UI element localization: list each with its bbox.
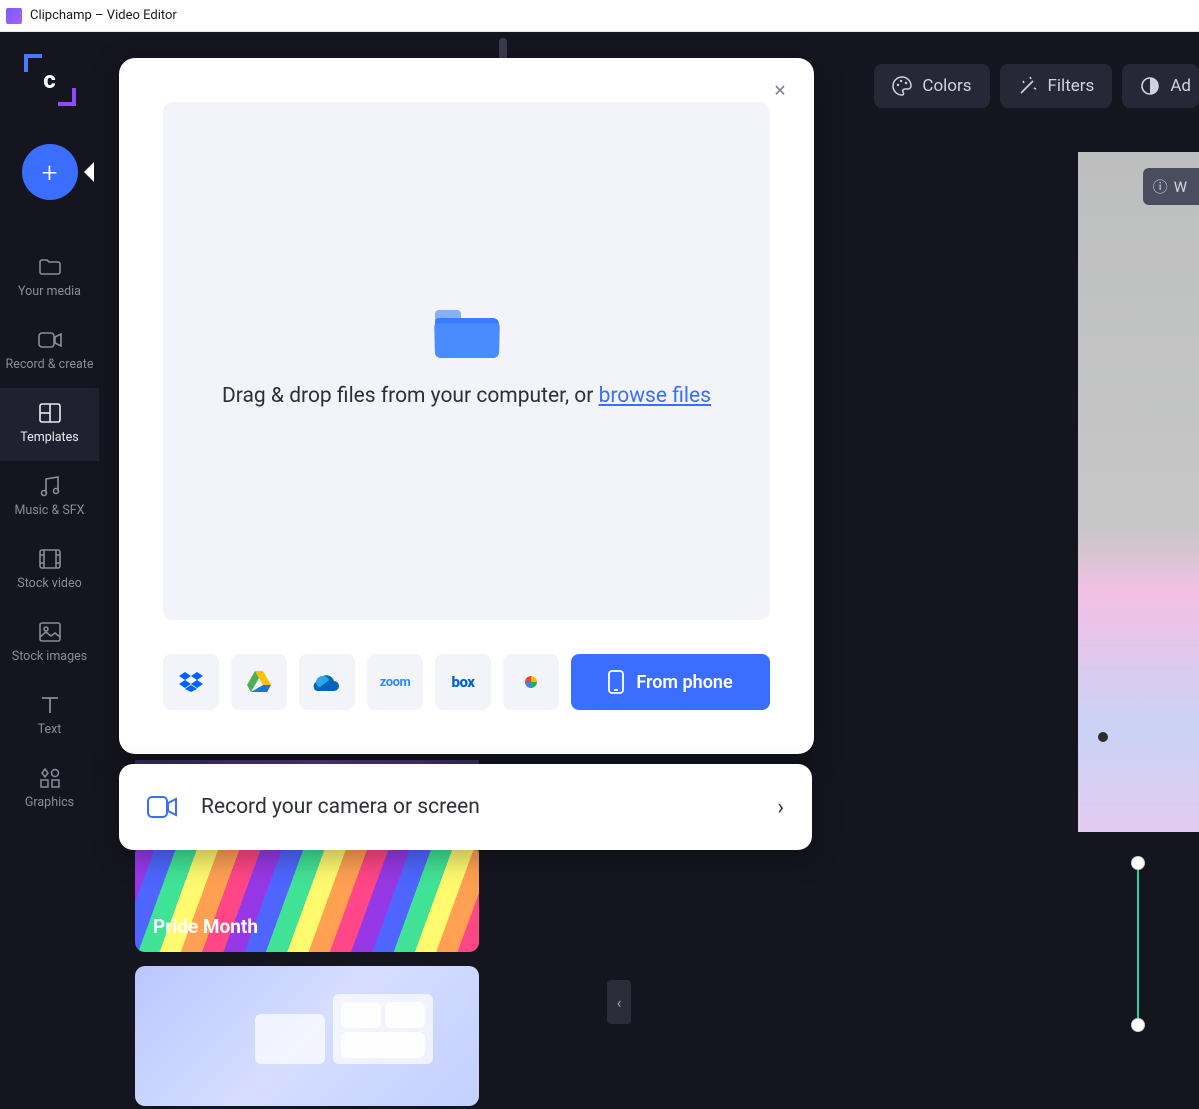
sidebar-item-label: Templates: [20, 430, 78, 445]
from-phone-button[interactable]: From phone: [571, 654, 770, 710]
preview-info-badge[interactable]: ⓘ W: [1143, 168, 1199, 205]
source-box-button[interactable]: box: [435, 654, 491, 710]
preview-badge-text: W: [1174, 178, 1187, 196]
timeline-playhead[interactable]: [1137, 862, 1139, 1032]
window-titlebar: Clipchamp – Video Editor: [0, 0, 1199, 32]
toolbar-label: Ad: [1170, 76, 1191, 96]
import-sources-row: zoom box From phone: [163, 654, 770, 710]
main-area: ‹ Colors Filters Ad: [99, 32, 1199, 1109]
sidebar-item-label: Graphics: [25, 795, 74, 810]
sidebar-item-stock-video[interactable]: Stock video: [0, 534, 99, 607]
box-icon: box: [452, 673, 475, 691]
sidebar-item-label: Your media: [18, 284, 81, 299]
panel-collapse-button[interactable]: ‹: [607, 980, 631, 1024]
info-icon: ⓘ: [1153, 176, 1168, 197]
onedrive-icon: [313, 673, 341, 691]
from-phone-label: From phone: [636, 672, 732, 693]
template-card-windows[interactable]: [135, 966, 479, 1106]
sidebar-item-music-sfx[interactable]: Music & SFX: [0, 461, 99, 534]
folder-open-icon: [435, 310, 499, 358]
chevron-left-icon: ‹: [617, 993, 622, 1012]
browse-files-link[interactable]: browse files: [599, 384, 711, 408]
timeline-handle-top[interactable]: [1131, 856, 1145, 870]
sidebar-item-text[interactable]: Text: [0, 680, 99, 753]
source-google-photos-button[interactable]: [503, 654, 559, 710]
app-root: c + Your media Record & create Templates: [0, 32, 1199, 1109]
toolbar-label: Filters: [1048, 76, 1095, 96]
logo[interactable]: c: [24, 54, 76, 106]
window-title: Clipchamp – Video Editor: [30, 8, 177, 23]
template-illustration: [255, 984, 445, 1106]
chevron-right-icon: ›: [777, 795, 784, 820]
wand-icon: [1018, 76, 1038, 96]
source-onedrive-button[interactable]: [299, 654, 355, 710]
google-photos-icon: [519, 670, 543, 694]
timeline-handle-bottom[interactable]: [1131, 1018, 1145, 1032]
camera-icon: [38, 329, 62, 351]
preview-blemish: [1098, 732, 1108, 742]
sidebar: c + Your media Record & create Templates: [0, 32, 99, 1109]
colors-button[interactable]: Colors: [874, 64, 989, 108]
template-card-title: Pride Month: [153, 915, 258, 938]
folder-icon: [38, 256, 62, 278]
record-camera-screen-button[interactable]: Record your camera or screen ›: [119, 764, 812, 850]
source-google-drive-button[interactable]: [231, 654, 287, 710]
image-icon: [38, 621, 62, 643]
sidebar-item-record-create[interactable]: Record & create: [0, 315, 99, 388]
music-icon: [38, 475, 62, 497]
sidebar-item-your-media[interactable]: Your media: [0, 242, 99, 315]
close-icon: ✕: [773, 81, 786, 100]
sidebar-item-templates[interactable]: Templates: [0, 388, 99, 461]
video-preview[interactable]: ⓘ W: [1078, 152, 1199, 832]
contrast-icon: [1140, 76, 1160, 96]
drop-zone-text: Drag & drop files from your computer, or…: [222, 382, 711, 411]
modal-close-button[interactable]: ✕: [770, 80, 790, 100]
zoom-icon: zoom: [380, 675, 410, 690]
adjust-button[interactable]: Ad: [1122, 64, 1199, 108]
text-icon: [38, 694, 62, 716]
toolbar-label: Colors: [922, 76, 971, 96]
phone-icon: [608, 670, 624, 694]
file-drop-zone[interactable]: Drag & drop files from your computer, or…: [163, 102, 770, 620]
source-dropbox-button[interactable]: [163, 654, 219, 710]
sidebar-item-graphics[interactable]: Graphics: [0, 753, 99, 826]
record-bar-text: Record your camera or screen: [201, 795, 753, 819]
top-toolbar: Colors Filters Ad: [874, 64, 1199, 108]
sidebar-item-label: Text: [38, 722, 62, 737]
templates-icon: [38, 402, 62, 424]
sidebar-item-label: Music & SFX: [15, 503, 85, 518]
graphics-icon: [38, 767, 62, 789]
film-icon: [38, 548, 62, 570]
google-drive-icon: [247, 671, 271, 693]
filters-button[interactable]: Filters: [1000, 64, 1113, 108]
sidebar-item-label: Record & create: [6, 357, 94, 372]
add-media-button[interactable]: +: [22, 144, 78, 200]
camera-outline-icon: [147, 796, 177, 818]
template-card-pride-month[interactable]: Pride Month: [135, 844, 479, 952]
sidebar-item-stock-images[interactable]: Stock images: [0, 607, 99, 680]
sidebar-item-label: Stock video: [17, 576, 81, 591]
source-zoom-button[interactable]: zoom: [367, 654, 423, 710]
dropbox-icon: [179, 672, 203, 692]
plus-icon: +: [42, 156, 58, 189]
palette-icon: [892, 76, 912, 96]
app-icon: [6, 8, 22, 24]
sidebar-item-label: Stock images: [12, 649, 87, 664]
import-media-modal: ✕ Drag & drop files from your computer, …: [119, 58, 814, 754]
